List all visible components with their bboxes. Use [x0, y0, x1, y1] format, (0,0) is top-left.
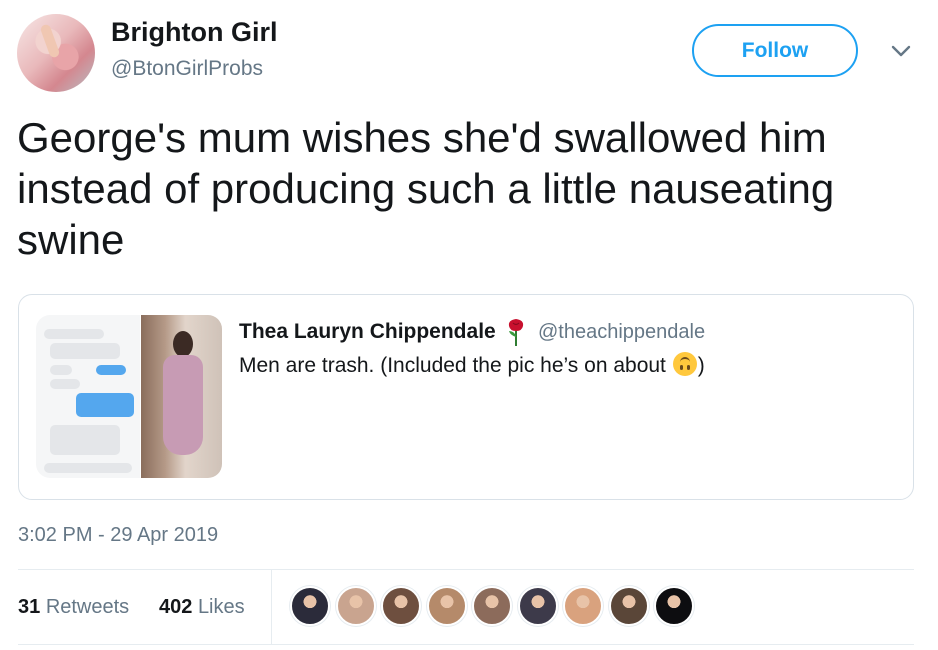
- follow-button[interactable]: Follow: [692, 24, 858, 77]
- quoted-text-main: Men are trash. (Included the pic he’s on…: [239, 354, 672, 377]
- divider: [18, 644, 914, 645]
- author-name[interactable]: Brighton Girl: [111, 17, 277, 48]
- chevron-down-icon[interactable]: [888, 38, 914, 64]
- liker-avatar-5[interactable]: [472, 586, 512, 626]
- divider: [271, 570, 272, 644]
- quoted-tweet-card[interactable]: Thea Lauryn Chippendale @theachippendale…: [18, 294, 914, 500]
- liker-avatar-1[interactable]: [290, 586, 330, 626]
- retweets-stat[interactable]: 31 Retweets: [18, 596, 129, 619]
- author-handle[interactable]: @BtonGirlProbs: [111, 57, 263, 81]
- likes-count: 402: [159, 596, 193, 618]
- quoted-author-name[interactable]: Thea Lauryn Chippendale: [239, 320, 496, 344]
- upside-down-face-icon: [672, 352, 697, 376]
- divider: [18, 569, 914, 570]
- liker-avatar-9[interactable]: [654, 586, 694, 626]
- liker-avatar-8[interactable]: [608, 586, 649, 626]
- liker-avatar-2[interactable]: [335, 586, 376, 626]
- tweet-timestamp[interactable]: 3:02 PM - 29 Apr 2019: [18, 524, 218, 547]
- author-avatar[interactable]: [17, 14, 95, 92]
- liker-avatar-7[interactable]: [563, 586, 603, 626]
- rose-icon: [508, 319, 524, 346]
- liker-avatar-6[interactable]: [517, 586, 558, 626]
- retweets-label: Retweets: [45, 596, 130, 618]
- retweets-count: 31: [18, 596, 41, 618]
- liker-avatar-4[interactable]: [426, 586, 467, 626]
- likes-stat[interactable]: 402 Likes: [159, 596, 245, 619]
- quoted-tweet-text: Men are trash. (Included the pic he’s on…: [239, 352, 705, 378]
- quoted-text-end: ): [697, 354, 705, 377]
- dress-photo-image: [141, 315, 222, 478]
- quoted-author-handle[interactable]: @theachippendale: [538, 321, 705, 344]
- chat-screenshot-image: [36, 315, 140, 478]
- liker-avatar-3[interactable]: [381, 586, 421, 626]
- likes-label: Likes: [197, 596, 245, 618]
- tweet-text: George's mum wishes she'd swallowed him …: [17, 114, 835, 263]
